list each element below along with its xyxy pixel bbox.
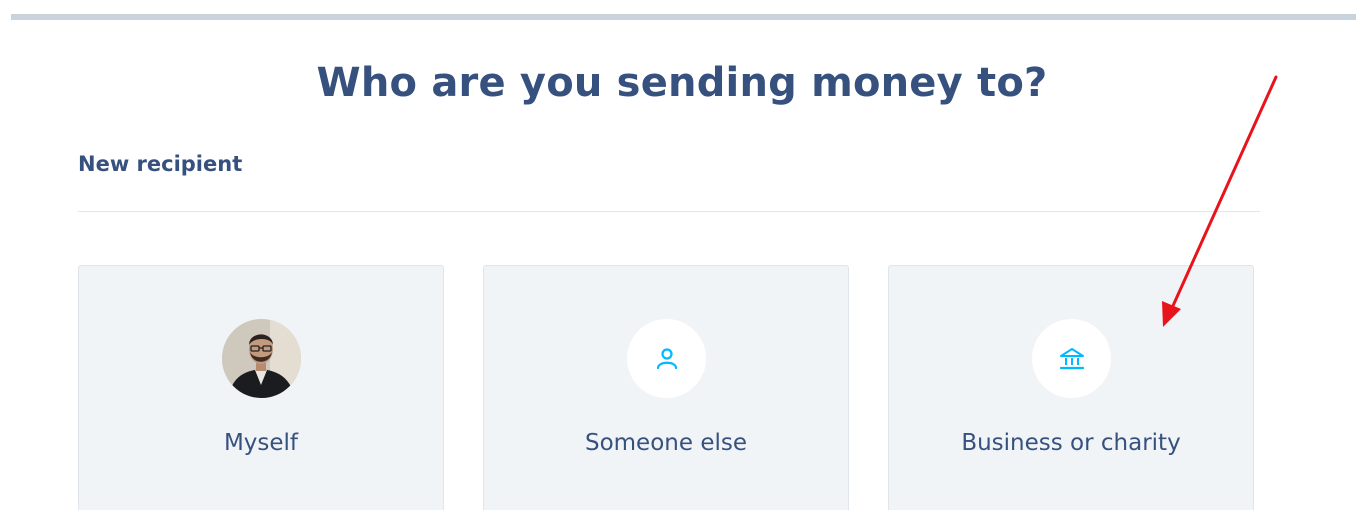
profile-photo-icon: [222, 319, 301, 398]
recipient-option-label: Myself: [223, 430, 299, 456]
recipient-option-label: Someone else: [584, 430, 747, 456]
progress-bar: [11, 14, 1356, 20]
recipient-option-business-or-charity[interactable]: Business or charity: [888, 265, 1254, 510]
icon-circle: [627, 319, 706, 398]
person-icon: [656, 347, 677, 369]
recipient-option-label: Business or charity: [961, 430, 1181, 456]
section-divider: [78, 211, 1260, 212]
avatar: [222, 319, 301, 398]
recipient-option-myself[interactable]: Myself: [78, 265, 444, 510]
page-title: Who are you sending money to?: [316, 60, 1048, 106]
bank-icon: [1059, 347, 1084, 369]
icon-circle: [1032, 319, 1111, 398]
section-label-new-recipient: New recipient: [78, 152, 243, 176]
recipient-selection-page: Who are you sending money to? New recipi…: [0, 0, 1364, 510]
recipient-option-someone-else[interactable]: Someone else: [483, 265, 849, 510]
